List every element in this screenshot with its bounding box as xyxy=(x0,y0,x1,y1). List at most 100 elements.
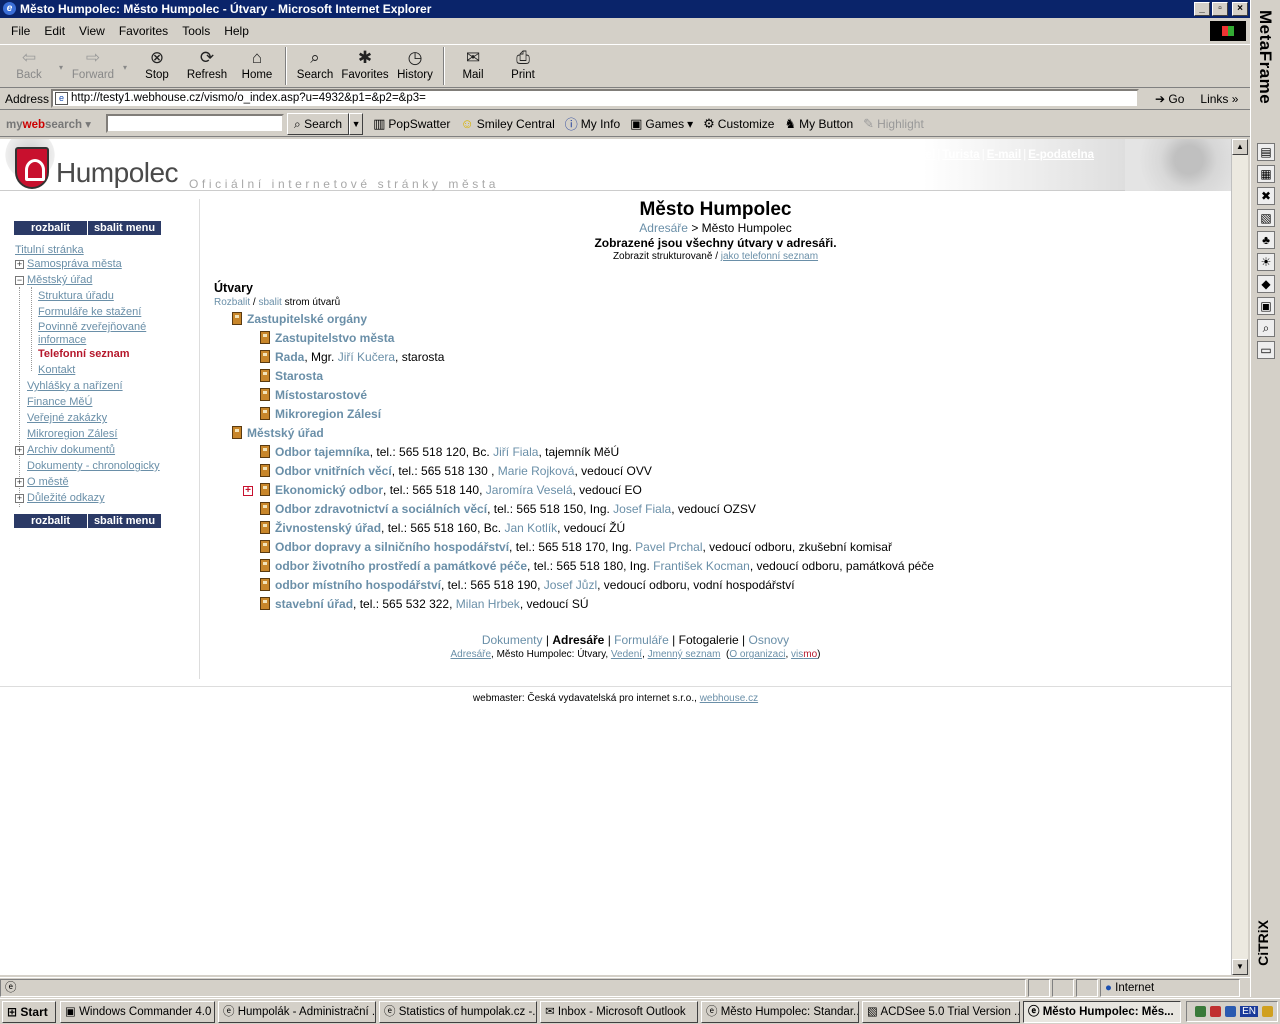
mywebsearch-logo[interactable]: mywebsearch ▾ xyxy=(6,117,106,131)
games-button[interactable]: ▣ Games ▾ xyxy=(630,116,693,132)
task-humpolak-admin[interactable]: ⓔ Humpolák - Administrační ... xyxy=(218,1000,376,1023)
expand-icon[interactable]: + xyxy=(15,494,24,503)
unit-link[interactable]: Mikroregion Zálesí xyxy=(275,407,381,421)
menu-edit[interactable]: Edit xyxy=(37,24,72,38)
back-button[interactable]: ⇦ Back xyxy=(4,45,54,85)
menu-view[interactable]: View xyxy=(72,24,112,38)
unit-link[interactable]: Místostarostové xyxy=(275,388,367,402)
app-shortcut-icon[interactable]: ▧ xyxy=(1257,209,1275,227)
expand-icon[interactable]: + xyxy=(15,446,24,455)
top-link-email[interactable]: E-mail xyxy=(987,149,1022,161)
top-link-business[interactable]: Podnikatel xyxy=(877,149,935,161)
top-link-official-board[interactable]: Úřední deska xyxy=(755,149,827,161)
unit-link[interactable]: Odbor tajemníka xyxy=(275,445,370,459)
collapse-menu-button[interactable]: sbalit menu xyxy=(87,514,161,528)
stop-button[interactable]: ⊗ Stop xyxy=(132,45,182,85)
print-button[interactable]: ⎙ Print xyxy=(498,45,548,85)
footer-vismo-link[interactable]: vismo xyxy=(791,649,817,660)
collapse-menu-button[interactable]: sbalit menu xyxy=(87,221,161,235)
unit-link[interactable]: Odbor dopravy a silničního hospodářství xyxy=(275,540,509,554)
task-humpolec-active[interactable]: ⓔ Město Humpolec: Měs... xyxy=(1023,1000,1181,1023)
expand-row-icon[interactable]: + xyxy=(243,486,253,496)
task-statistics[interactable]: ⓔ Statistics of humpolak.cz -... xyxy=(379,1000,537,1023)
person-link[interactable]: Jaromíra Veselá xyxy=(486,483,573,497)
top-link-tourist[interactable]: Turista xyxy=(942,149,980,161)
menu-favorites[interactable]: Favorites xyxy=(112,24,175,38)
person-link[interactable]: František Kocman xyxy=(653,559,750,573)
sidebar-item-self-government[interactable]: Samospráva města xyxy=(27,258,122,270)
person-link[interactable]: Josef Jůzl xyxy=(544,578,597,592)
footer-about-link[interactable]: O organizaci xyxy=(729,649,785,660)
task-outlook-inbox[interactable]: ✉ Inbox - Microsoft Outlook xyxy=(540,1000,698,1023)
sidebar-item-contact[interactable]: Kontakt xyxy=(38,364,75,376)
customize-button[interactable]: ⚙ Customize xyxy=(703,116,774,132)
websearch-input[interactable] xyxy=(106,114,284,133)
menu-file[interactable]: File xyxy=(4,24,37,38)
sidebar-item-phone-directory[interactable]: Telefonní seznam xyxy=(38,348,129,360)
unit-link[interactable]: Odbor zdravotnictví a sociálních věcí xyxy=(275,502,487,516)
sidebar-item-regulations[interactable]: Vyhlášky a nařízení xyxy=(27,380,123,392)
favorites-button[interactable]: ✱ Favorites xyxy=(340,45,390,85)
app-shortcut-icon[interactable]: ♣ xyxy=(1257,231,1275,249)
links-button[interactable]: Links » xyxy=(1200,92,1238,106)
breadcrumb-directories-link[interactable]: Adresáře xyxy=(639,221,688,235)
forward-button[interactable]: ⇨ Forward xyxy=(68,45,118,85)
footer-sub-directories-link[interactable]: Adresáře xyxy=(450,649,491,660)
footer-forms-link[interactable]: Formuláře xyxy=(614,633,669,647)
city-crest-icon[interactable] xyxy=(15,147,49,189)
sidebar-item-about-city[interactable]: O městě xyxy=(27,476,69,488)
my-info-button[interactable]: ⓘ My Info xyxy=(565,114,620,133)
task-windows-commander[interactable]: ▣ Windows Commander 4.0 ... xyxy=(60,1000,215,1023)
footer-management-link[interactable]: Vedení xyxy=(611,649,642,660)
start-button[interactable]: ⊞ Start xyxy=(2,1000,56,1023)
sidebar-item-document-archive[interactable]: Archiv dokumentů xyxy=(27,444,115,456)
sidebar-item-public-contracts[interactable]: Veřejné zakázky xyxy=(27,412,107,424)
tray-network-icon[interactable] xyxy=(1195,1006,1207,1017)
app-shortcut-icon[interactable]: ▣ xyxy=(1257,297,1275,315)
app-shortcut-icon[interactable]: ⌕ xyxy=(1257,319,1275,337)
sidebar-item-mandatory-info-2[interactable]: informace xyxy=(38,334,86,346)
top-link-e-filing[interactable]: E-podatelna xyxy=(1028,149,1094,161)
scroll-down-arrow-icon[interactable]: ▼ xyxy=(1232,959,1248,975)
footer-gallery[interactable]: Fotogalerie xyxy=(679,633,739,647)
expand-menu-button[interactable]: rozbalit xyxy=(14,514,87,528)
unit-link[interactable]: Rada xyxy=(275,350,304,364)
app-shortcut-icon[interactable]: ▦ xyxy=(1257,165,1275,183)
unit-link[interactable]: Zastupitelské orgány xyxy=(247,312,367,326)
sidebar-item-microregion[interactable]: Mikroregion Zálesí xyxy=(27,428,117,440)
task-humpolec-standard[interactable]: ⓔ Město Humpolec: Standar... xyxy=(701,1000,859,1023)
unit-link[interactable]: Odbor vnitřních věcí xyxy=(275,464,392,478)
unit-link[interactable]: stavební úřad xyxy=(275,597,353,611)
sidebar-item-mandatory-info[interactable]: Povinně zveřejňované xyxy=(38,321,146,333)
task-acdsee[interactable]: ▧ ACDSee 5.0 Trial Version ... xyxy=(862,1000,1020,1023)
sidebar-item-forms[interactable]: Formuláře ke stažení xyxy=(38,306,141,318)
maximize-button[interactable]: ▫ xyxy=(1212,2,1228,16)
sidebar-item-documents-chrono[interactable]: Dokumenty - chronologicky xyxy=(27,460,160,472)
minimize-button[interactable]: _ xyxy=(1194,2,1210,16)
home-button[interactable]: ⌂ Home xyxy=(232,45,282,85)
unit-link[interactable]: odbor místního hospodářství xyxy=(275,578,441,592)
collapse-tree-link[interactable]: sbalit xyxy=(258,297,281,308)
unit-link[interactable]: Městský úřad xyxy=(247,426,324,440)
page-scrollbar[interactable]: ▲ ▼ xyxy=(1231,139,1248,975)
unit-link[interactable]: Živnostenský úřad xyxy=(275,521,381,535)
collapse-icon[interactable]: − xyxy=(15,276,24,285)
go-button[interactable]: ➔ Go xyxy=(1155,92,1184,106)
footer-polls-link[interactable]: Osnovy xyxy=(748,633,789,647)
forward-dropdown[interactable]: ▾ xyxy=(118,45,132,85)
webhouse-link[interactable]: webhouse.cz xyxy=(700,693,758,704)
unit-link[interactable]: Starosta xyxy=(275,369,323,383)
websearch-button[interactable]: ⌕ Search xyxy=(287,112,350,135)
address-input[interactable]: e http://testy1.webhouse.cz/vismo/o_inde… xyxy=(51,89,1139,108)
expand-icon[interactable]: + xyxy=(15,260,24,269)
app-shortcut-icon[interactable]: ▤ xyxy=(1257,143,1275,161)
phone-directory-view-link[interactable]: jako telefonní seznam xyxy=(721,251,818,262)
person-link[interactable]: Marie Rojková xyxy=(498,464,575,478)
app-shortcut-icon[interactable]: ▭ xyxy=(1257,341,1275,359)
top-link-citizen[interactable]: Občan xyxy=(834,149,870,161)
back-dropdown[interactable]: ▾ xyxy=(54,45,68,85)
tray-antivirus-icon[interactable] xyxy=(1210,1006,1222,1017)
person-link[interactable]: Josef Fiala xyxy=(613,502,671,516)
site-name[interactable]: Humpolec xyxy=(56,157,179,189)
sidebar-item-municipal-office[interactable]: Městský úřad xyxy=(27,274,92,286)
